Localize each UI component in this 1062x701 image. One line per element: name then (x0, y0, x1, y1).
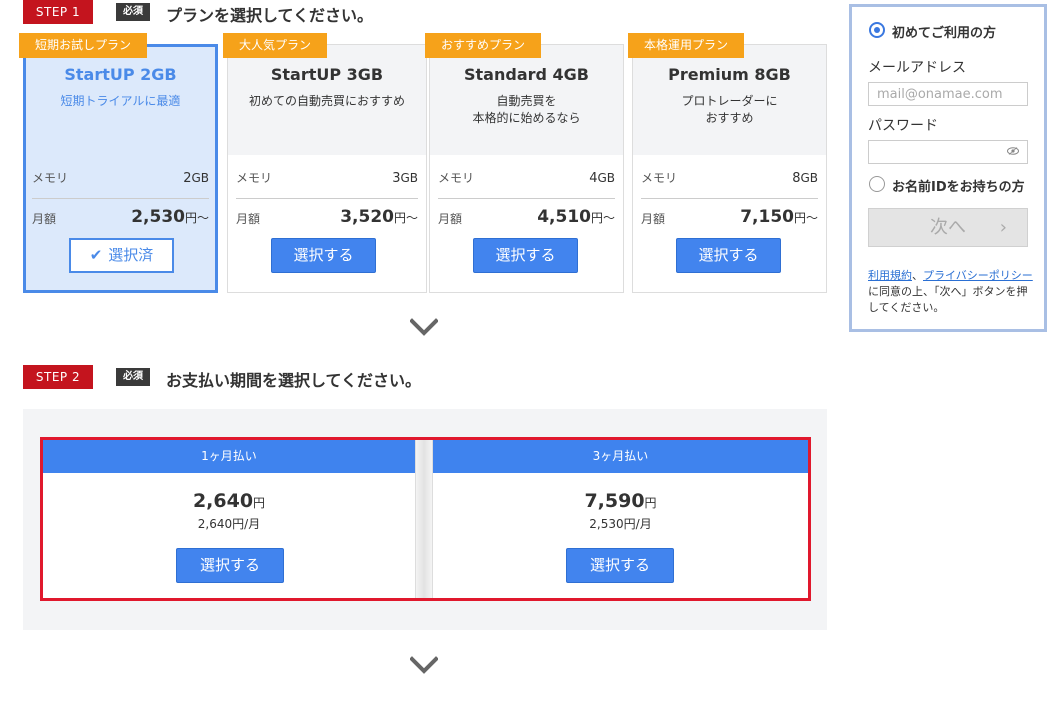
radio-existing-user[interactable] (869, 176, 885, 192)
plan-tag: 短期お試しプラン (19, 33, 148, 58)
step2-required-badge: 必須 (116, 368, 150, 386)
existing-user-label[interactable]: お名前IDをお持ちの方 (892, 176, 1025, 195)
plan-name: Premium 8GB (668, 65, 791, 84)
terms-text: に同意の上、「次へ」ボタンを押してください。 (868, 285, 1028, 314)
payment-monthly: 2,640円/月 (197, 517, 261, 531)
plan-name: Standard 4GB (464, 65, 589, 84)
payment-monthly: 2,530円/月 (589, 517, 652, 531)
terms-link[interactable]: 利用規約 (868, 269, 912, 282)
memory-label: メモリ (32, 171, 69, 185)
memory-value: 4GB (589, 171, 615, 186)
price-label: 月額 (641, 212, 666, 226)
memory-label: メモリ (236, 171, 273, 185)
payment-amount: 7,590円 (584, 490, 657, 512)
plan-selected-button[interactable]: ✔ 選択済 (69, 238, 174, 273)
plan-tag: 大人気プラン (223, 33, 328, 58)
memory-value: 8GB (792, 171, 818, 186)
plan-card-premium-8gb[interactable]: 本格運用プラン Premium 8GB プロトレーダーに おすすめ メモリ 8G… (628, 33, 827, 293)
plan-price-row: 月額 2,530円～ (32, 207, 209, 229)
price-label: 月額 (236, 212, 261, 226)
step1-title: プランを選択してください。 (166, 6, 374, 25)
plan-card-startup-2gb[interactable]: 短期お試しプラン StartUP 2GB 短期トライアルに最適 メモリ 2GB … (19, 33, 218, 293)
plan-memory-row: メモリ 4GB (438, 169, 615, 199)
plan-select-button[interactable]: 選択する (473, 238, 578, 273)
check-icon: ✔ (89, 246, 103, 264)
plan-memory-row: メモリ 8GB (641, 169, 818, 199)
plan-description: 短期トライアルに最適 (60, 94, 181, 108)
payment-option-3months[interactable]: 3ヶ月払い 7,590円 2,530円/月 選択する (433, 440, 808, 598)
privacy-policy-link[interactable]: プライバシーポリシー (923, 269, 1033, 282)
payment-option-1month[interactable]: 1ヶ月払い 2,640円 2,640円/月 選択する (43, 440, 415, 598)
plan-select-button[interactable]: 選択する (676, 238, 781, 273)
plan-name: StartUP 2GB (64, 65, 177, 84)
price-value: 2,530円～ (131, 207, 209, 227)
memory-value: 2GB (183, 171, 209, 186)
chevron-right-icon: › (999, 217, 1007, 238)
plan-select-button[interactable]: 選択する (271, 238, 376, 273)
step2-title: お支払い期間を選択してください。 (166, 371, 422, 390)
new-user-label[interactable]: 初めてご利用の方 (892, 22, 996, 41)
payment-select-button[interactable]: 選択する (566, 548, 674, 583)
password-field[interactable] (868, 140, 1028, 164)
memory-label: メモリ (641, 171, 678, 185)
plan-description: 初めての自動売買におすすめ (248, 94, 405, 108)
plan-description: 自動売買を 本格的に始めるなら (472, 94, 581, 125)
plan-memory-row: メモリ 3GB (236, 169, 418, 199)
step2-badge: STEP 2 (23, 365, 93, 389)
plan-price-row: 月額 7,150円～ (641, 207, 818, 229)
memory-label: メモリ (438, 171, 475, 185)
plan-card-startup-3gb[interactable]: 大人気プラン StartUP 3GB 初めての自動売買におすすめ メモリ 3GB… (223, 33, 427, 293)
terms-notice: 利用規約、プライバシーポリシーに同意の上、「次へ」ボタンを押してください。 (868, 269, 1033, 314)
payment-period-header: 3ヶ月払い (433, 440, 808, 473)
step1-badge: STEP 1 (23, 0, 93, 24)
radio-new-user[interactable] (869, 22, 885, 38)
password-label: パスワード (868, 118, 938, 134)
price-value: 3,520円～ (340, 207, 418, 227)
price-label: 月額 (438, 212, 463, 226)
plan-memory-row: メモリ 2GB (32, 169, 209, 199)
email-label: メールアドレス (868, 60, 966, 76)
payment-period-header: 1ヶ月払い (43, 440, 415, 473)
payment-options-frame: 1ヶ月払い 2,640円 2,640円/月 選択する 3ヶ月払い 7,590円 … (40, 437, 811, 601)
plan-price-row: 月額 4,510円～ (438, 207, 615, 229)
plan-name: StartUP 3GB (270, 65, 384, 84)
price-value: 7,150円～ (740, 207, 818, 227)
price-value: 4,510円～ (537, 207, 615, 227)
plan-description: プロトレーダーに おすすめ (681, 94, 778, 125)
chevron-down-icon (410, 318, 438, 336)
payment-divider (415, 440, 433, 598)
plan-tag: 本格運用プラン (628, 33, 745, 58)
memory-value: 3GB (392, 171, 418, 186)
payment-select-button[interactable]: 選択する (176, 548, 284, 583)
payment-amount: 2,640円 (192, 490, 266, 512)
plan-card-standard-4gb[interactable]: おすすめプラン Standard 4GB 自動売買を 本格的に始めるなら メモリ… (425, 33, 624, 293)
next-button[interactable]: 次へ › (868, 208, 1028, 247)
eye-icon[interactable] (1007, 147, 1019, 155)
plan-tag: おすすめプラン (425, 33, 542, 58)
chevron-down-icon (410, 656, 438, 674)
price-label: 月額 (32, 212, 57, 226)
next-button-label: 次へ (930, 217, 966, 238)
step1-required-badge: 必須 (116, 3, 150, 21)
login-panel: 初めてご利用の方 メールアドレス パスワード お名前IDをお持ちの方 次へ › … (849, 4, 1047, 332)
email-field[interactable] (868, 82, 1028, 106)
plan-price-row: 月額 3,520円～ (236, 207, 418, 229)
